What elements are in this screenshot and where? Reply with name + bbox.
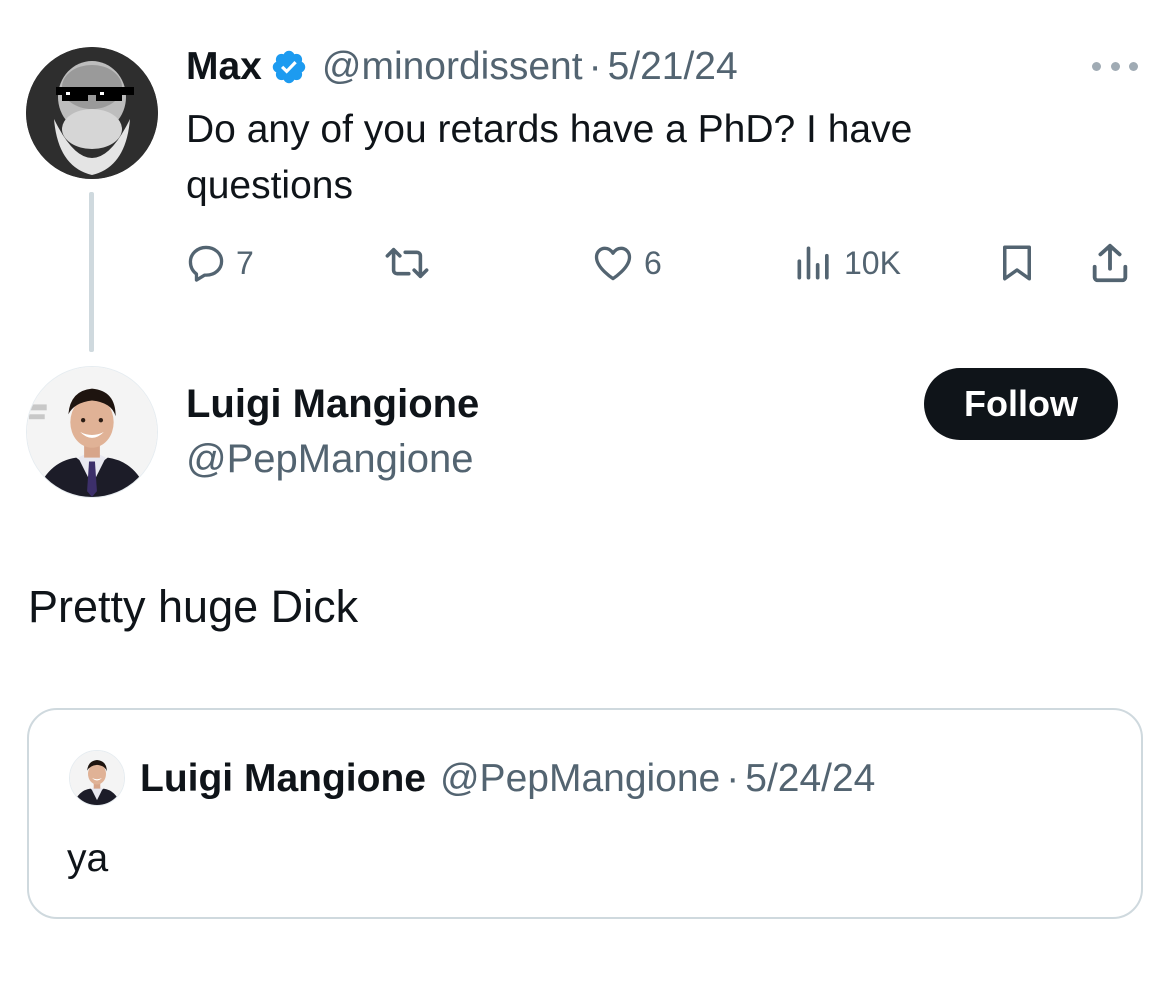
views-count: 10K	[844, 244, 901, 281]
separator-dot: ·	[726, 757, 740, 800]
tweet-header: Max @minordissent · 5/21/24	[186, 44, 738, 90]
reply-icon	[188, 245, 224, 282]
share-button[interactable]	[1086, 238, 1134, 288]
quoted-tweet-header: Luigi Mangione @PepMangione · 5/24/24	[140, 754, 875, 804]
quoted-author-handle[interactable]: @PepMangione	[440, 754, 720, 804]
retweet-button[interactable]	[382, 238, 440, 288]
quoted-tweet-text: ya	[67, 837, 109, 880]
separator-dot: ·	[588, 45, 602, 88]
views-button[interactable]: 10K	[792, 238, 901, 288]
reply-author-handle[interactable]: @PepMangione	[186, 434, 473, 484]
verified-badge-icon[interactable]	[270, 48, 308, 86]
reply-author-name[interactable]: Luigi Mangione	[186, 380, 479, 428]
views-icon	[797, 246, 829, 280]
tweet-thread: Max @minordissent · 5/21/24 Do any of yo…	[0, 0, 1170, 994]
reply-count: 7	[236, 244, 254, 281]
author-handle[interactable]: @minordissent	[322, 44, 583, 90]
reply-button[interactable]: 7	[184, 238, 254, 288]
like-icon	[594, 246, 632, 281]
tweet-text: Do any of you retards have a PhD? I have…	[186, 108, 913, 207]
tweet-date[interactable]: 5/21/24	[608, 44, 738, 90]
author-name[interactable]: Max	[186, 44, 262, 90]
share-icon	[1092, 243, 1128, 283]
quoted-tweet-date[interactable]: 5/24/24	[745, 754, 875, 804]
more-icon[interactable]	[1088, 52, 1142, 80]
avatar[interactable]	[69, 750, 125, 806]
bookmark-icon	[1003, 245, 1031, 281]
follow-button[interactable]: Follow	[924, 368, 1118, 440]
retweet-icon	[385, 247, 429, 279]
quoted-author-name[interactable]: Luigi Mangione	[140, 754, 426, 804]
quoted-tweet-card[interactable]: Luigi Mangione @PepMangione · 5/24/24 ya	[27, 708, 1143, 919]
avatar[interactable]	[26, 47, 158, 179]
avatar[interactable]	[26, 366, 158, 498]
thread-connector-line	[89, 192, 94, 352]
bookmark-button[interactable]	[996, 238, 1038, 288]
reply-text: Pretty huge Dick	[28, 581, 359, 632]
like-button[interactable]: 6	[590, 238, 662, 288]
like-count: 6	[644, 244, 662, 281]
